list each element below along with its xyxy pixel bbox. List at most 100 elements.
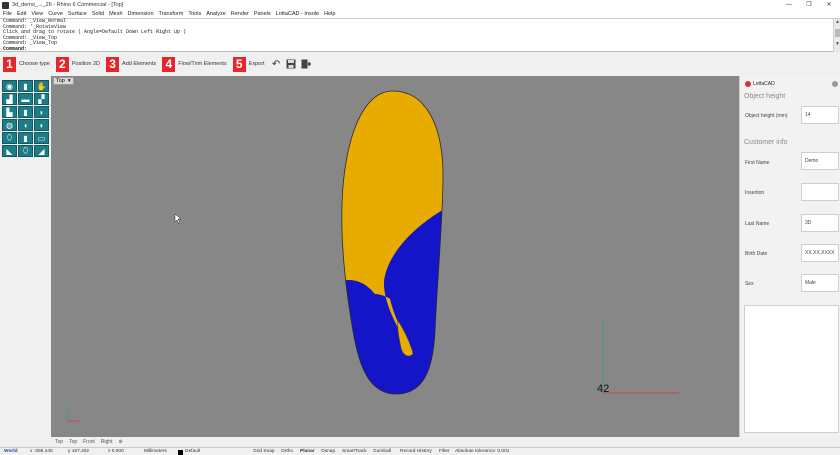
menu-edit[interactable]: Edit: [17, 11, 26, 17]
insole-type-18-icon[interactable]: ◢: [34, 145, 49, 157]
absolute-tolerance: Absolute tolerance: 0.001: [455, 449, 510, 454]
panel-close-icon[interactable]: [832, 81, 838, 87]
toggle-filter[interactable]: Filter: [439, 449, 450, 454]
step-choose-type-button[interactable]: 1 Choose type: [3, 56, 50, 72]
axis-label: 42: [597, 383, 610, 395]
minimize-button[interactable]: —: [782, 0, 796, 10]
menu-solid[interactable]: Solid: [92, 11, 104, 17]
menu-render[interactable]: Render: [231, 11, 249, 17]
command-scrollbar[interactable]: ▲ ▼: [833, 19, 840, 52]
menu-tools[interactable]: Tools: [188, 11, 201, 17]
toggle-osnap[interactable]: Osnap: [321, 449, 335, 454]
menu-panels[interactable]: Panels: [254, 11, 271, 17]
top-viewport[interactable]: Top ▾ 42: [51, 76, 739, 437]
maximize-button[interactable]: ❐: [802, 0, 816, 10]
object-height-label: Object height (mm): [745, 113, 788, 119]
birth-date-input[interactable]: XX.XX.XXXX: [801, 244, 839, 262]
toggle-gumball[interactable]: Gumball: [373, 449, 391, 454]
coord-x: x -295.440: [30, 449, 53, 454]
last-name-label: Last Name: [745, 221, 770, 227]
menu-mesh[interactable]: Mesh: [109, 11, 122, 17]
coord-y: y 167.402: [68, 449, 90, 454]
insole-type-13-icon[interactable]: ⬯: [2, 132, 17, 144]
insole-type-3-icon[interactable]: ✋: [34, 80, 49, 92]
menu-help[interactable]: Help: [324, 11, 335, 17]
notes-area[interactable]: [744, 305, 839, 433]
menu-dimension[interactable]: Dimension: [128, 11, 154, 17]
menu-transform[interactable]: Transform: [159, 11, 184, 17]
insole-type-9-icon[interactable]: ◗: [34, 106, 49, 118]
insole-type-10-icon[interactable]: ◍: [2, 119, 17, 131]
tab-top[interactable]: Top: [55, 439, 63, 445]
step-add-elements-button[interactable]: 3 Add Elements: [106, 56, 157, 72]
last-name-input[interactable]: 3D: [801, 214, 839, 232]
lottacad-panel: LottaCAD Object height Object height (mm…: [739, 76, 840, 437]
insole-type-16-icon[interactable]: ◣: [2, 145, 17, 157]
step-label: Add Elements: [122, 61, 157, 67]
coord-z: z 0.000: [108, 449, 124, 454]
scroll-down-icon[interactable]: ▼: [834, 41, 840, 47]
cplane-world[interactable]: World: [4, 449, 18, 454]
menu-bar: File Edit View Curve Surface Solid Mesh …: [0, 10, 840, 18]
first-name-label: First Name: [745, 160, 770, 166]
tab-right[interactable]: Right: [101, 439, 113, 445]
scroll-up-icon[interactable]: ▲: [834, 19, 840, 25]
insertion-input[interactable]: [801, 183, 839, 201]
status-bar: World x -295.440 y 167.402 z 0.000 Milli…: [0, 447, 840, 455]
sex-label: Sex: [745, 281, 754, 287]
toggle-record-history[interactable]: Record History: [400, 449, 432, 454]
insole-type-8-icon[interactable]: ▮: [18, 106, 33, 118]
object-height-input[interactable]: 14: [801, 106, 839, 124]
insole-type-4-icon[interactable]: ▟: [2, 93, 17, 105]
insole-type-14-icon[interactable]: ▮: [18, 132, 33, 144]
step-flow-trim-button[interactable]: 4 Flow/Trim Elements: [162, 56, 227, 72]
step-export-button[interactable]: 5 Export: [232, 56, 265, 72]
add-viewport-icon[interactable]: ⊕: [118, 439, 122, 445]
units-label[interactable]: Millimeters: [144, 449, 167, 454]
chevron-down-icon[interactable]: ▾: [68, 78, 71, 84]
tab-top-2[interactable]: Top: [69, 439, 77, 445]
command-history: Command: _View_Normal Command: '_RotateV…: [0, 18, 840, 52]
insole-model[interactable]: [341, 90, 451, 416]
undo-icon[interactable]: ↶: [271, 59, 282, 70]
menu-view[interactable]: View: [31, 11, 43, 17]
insole-type-2-icon[interactable]: ▮: [18, 80, 33, 92]
first-name-input[interactable]: Demo: [801, 152, 839, 170]
menu-file[interactable]: File: [3, 11, 12, 17]
insole-type-17-icon[interactable]: ⬯: [18, 145, 33, 157]
insole-type-6-icon[interactable]: ▞: [34, 93, 49, 105]
step-label: Flow/Trim Elements: [178, 61, 227, 67]
menu-analyze[interactable]: Analyze: [206, 11, 226, 17]
insole-type-11-icon[interactable]: ◖: [18, 119, 33, 131]
menu-lottacad[interactable]: LottaCAD - Insole: [276, 11, 319, 17]
toggle-planar[interactable]: Planar: [300, 449, 315, 454]
layer-color-swatch: [178, 449, 183, 455]
mouse-cursor-icon: [174, 213, 182, 225]
menu-surface[interactable]: Surface: [68, 11, 87, 17]
toggle-ortho[interactable]: Ortho: [281, 449, 293, 454]
layer-name[interactable]: Default: [185, 449, 200, 454]
toggle-smarttrack[interactable]: SmartTrack: [342, 449, 367, 454]
exit-icon[interactable]: [301, 59, 312, 70]
insole-type-15-icon[interactable]: ▭: [34, 132, 49, 144]
step-position-2d-button[interactable]: 2 Position 2D: [55, 56, 100, 72]
menu-curve[interactable]: Curve: [48, 11, 63, 17]
scroll-thumb[interactable]: [835, 29, 840, 37]
step-number-badge: 1: [3, 56, 16, 72]
insole-type-12-icon[interactable]: ◗: [34, 119, 49, 131]
viewport-title-tab[interactable]: Top ▾: [53, 77, 74, 85]
viewport-canvas[interactable]: [51, 76, 739, 437]
toggle-grid-snap[interactable]: Grid Snap: [253, 449, 275, 454]
tab-front[interactable]: Front: [83, 439, 95, 445]
step-label: Export: [248, 61, 265, 67]
insole-type-7-icon[interactable]: ▙: [2, 106, 17, 118]
insole-type-5-icon[interactable]: ▬: [18, 93, 33, 105]
title-bar: 3d_demo_..._26 - Rhino 6 Commercial - [T…: [0, 0, 840, 10]
step-number-badge: 3: [106, 56, 120, 72]
section-object-height: Object height: [744, 93, 786, 100]
save-icon[interactable]: [286, 59, 297, 70]
sex-select[interactable]: Male: [801, 274, 839, 292]
insole-type-1-icon[interactable]: ◉: [2, 80, 17, 92]
step-number-badge: 4: [162, 56, 176, 72]
close-button[interactable]: ✕: [822, 0, 836, 10]
